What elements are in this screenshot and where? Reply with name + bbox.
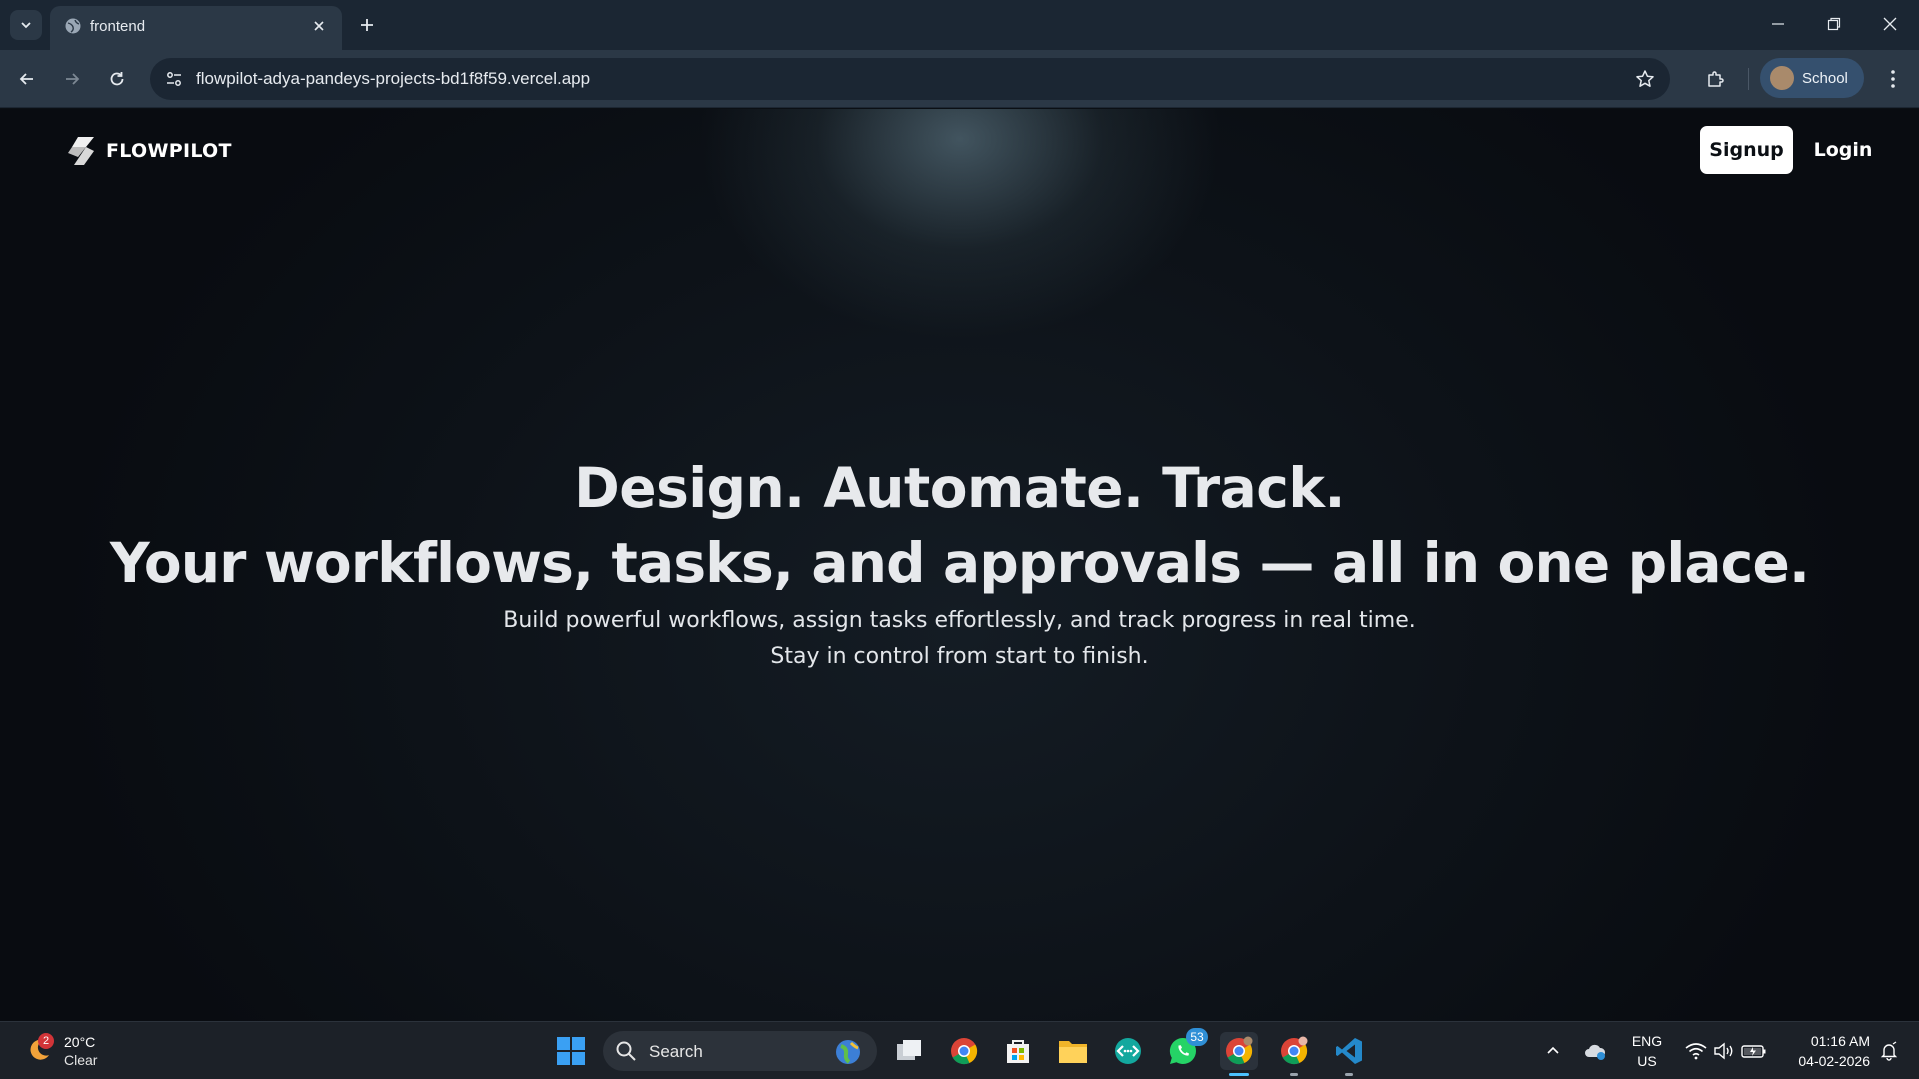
task-view-icon	[897, 1040, 921, 1060]
notifications-button[interactable]	[1874, 1032, 1904, 1070]
clock-time: 01:16 AM	[1810, 1033, 1870, 1049]
language-indicator[interactable]: ENG US	[1626, 1031, 1668, 1071]
address-bar[interactable]: flowpilot-adya-pandeys-projects-bd1f8f59…	[150, 58, 1670, 100]
site-info-button[interactable]	[160, 65, 188, 93]
bookmark-button[interactable]	[1632, 66, 1658, 92]
tab-search-button[interactable]	[10, 10, 42, 40]
minimize-button[interactable]	[1758, 10, 1798, 38]
browser-toolbar: flowpilot-adya-pandeys-projects-bd1f8f59…	[0, 50, 1919, 108]
minimize-icon	[1772, 23, 1784, 25]
toolbar-divider	[1748, 68, 1749, 90]
restore-icon	[1827, 17, 1841, 31]
weather-widget[interactable]: 2 20°C Clear	[22, 1031, 112, 1071]
login-link[interactable]: Login	[1806, 126, 1880, 174]
weather-temp: 20°C	[64, 1034, 96, 1050]
hero-heading-line1: Design. Automate. Track.	[574, 456, 1345, 520]
chrome-icon	[1281, 1036, 1308, 1065]
cloud-icon	[1585, 1044, 1606, 1060]
bell-icon	[1880, 1041, 1898, 1061]
tune-icon	[167, 72, 181, 86]
close-icon	[1883, 17, 1897, 31]
remote-desktop-icon	[1115, 1038, 1141, 1064]
tab-title: frontend	[90, 18, 146, 35]
taskbar-remote-app[interactable]	[1109, 1032, 1147, 1070]
taskbar-vscode[interactable]	[1330, 1032, 1368, 1076]
running-indicator	[1345, 1073, 1353, 1076]
running-indicator	[1290, 1073, 1298, 1076]
plus-icon	[361, 19, 373, 31]
forward-button[interactable]	[57, 64, 87, 94]
close-window-button[interactable]	[1870, 10, 1910, 38]
windows-taskbar: 2 20°C Clear Search 53 ENG US 01:16 AM 0…	[0, 1021, 1919, 1079]
flowpilot-logo-icon	[68, 137, 94, 165]
page-viewport: FLOWPILOT Signup Login Design. Automate.…	[0, 109, 1919, 1021]
windows-logo-icon	[557, 1037, 585, 1065]
chevron-down-icon	[21, 22, 31, 29]
back-button[interactable]	[12, 64, 42, 94]
hero-subtitle-line1: Build powerful workflows, assign tasks e…	[503, 608, 1416, 633]
reload-icon	[110, 72, 124, 86]
signup-button[interactable]: Signup	[1700, 126, 1793, 174]
chevron-up-icon	[1547, 1046, 1559, 1054]
volume-icon	[1714, 1042, 1733, 1060]
url-text[interactable]: flowpilot-adya-pandeys-projects-bd1f8f59…	[196, 69, 590, 89]
browser-tab-strip: frontend	[0, 0, 1919, 50]
hero-section: Design. Automate. Track. Your workflows,…	[0, 453, 1919, 675]
hero-subtitle-line2: Stay in control from start to finish.	[770, 644, 1149, 669]
running-indicator	[1229, 1073, 1249, 1076]
language-label: ENG	[1631, 1033, 1663, 1049]
hero-heading-line2: Your workflows, tasks, and approvals — a…	[109, 531, 1810, 595]
brand[interactable]: FLOWPILOT	[64, 131, 232, 171]
tab-close-button[interactable]	[308, 15, 330, 37]
new-tab-button[interactable]	[354, 12, 380, 38]
weather-condition: Clear	[64, 1052, 98, 1068]
chrome-icon	[951, 1038, 978, 1065]
puzzle-icon	[1708, 71, 1724, 87]
reload-button[interactable]	[102, 64, 132, 94]
battery-icon	[1741, 1045, 1766, 1058]
chrome-icon	[1226, 1036, 1253, 1065]
vscode-icon	[1336, 1038, 1362, 1064]
wifi-icon	[1685, 1043, 1707, 1060]
taskbar-store[interactable]	[999, 1032, 1037, 1070]
restore-button[interactable]	[1814, 10, 1854, 38]
taskbar-chrome-profile-active[interactable]	[1220, 1032, 1258, 1076]
store-icon	[1007, 1040, 1029, 1063]
quick-settings-button[interactable]	[1676, 1032, 1776, 1070]
show-hidden-icons-button[interactable]	[1538, 1032, 1568, 1070]
arrow-right-icon	[66, 73, 80, 85]
browser-tab[interactable]: frontend	[50, 6, 342, 50]
task-view-button[interactable]	[890, 1032, 928, 1070]
avatar	[1770, 66, 1794, 90]
taskbar-file-explorer[interactable]	[1054, 1032, 1092, 1070]
system-clock[interactable]: 01:16 AM 04-02-2026	[1780, 1031, 1870, 1071]
close-icon	[314, 21, 324, 31]
star-icon	[1636, 70, 1654, 87]
clock-date: 04-02-2026	[1798, 1053, 1870, 1069]
more-vertical-icon	[1891, 70, 1895, 88]
folder-icon	[1059, 1041, 1087, 1063]
onedrive-button[interactable]	[1580, 1032, 1610, 1070]
start-button[interactable]	[552, 1032, 590, 1070]
brand-name: FLOWPILOT	[106, 140, 232, 162]
weather-badge: 2	[38, 1033, 54, 1049]
browser-menu-button[interactable]	[1878, 64, 1908, 94]
taskbar-chrome-profile[interactable]	[1275, 1032, 1313, 1076]
search-icon	[616, 1041, 636, 1061]
globe-icon	[65, 18, 81, 34]
taskbar-search[interactable]: Search	[603, 1031, 877, 1071]
taskbar-chrome[interactable]	[945, 1032, 983, 1070]
profile-label: School	[1802, 69, 1848, 87]
taskbar-whatsapp[interactable]: 53	[1164, 1028, 1208, 1070]
profile-button[interactable]: School	[1760, 58, 1864, 98]
search-label: Search	[649, 1042, 703, 1061]
notification-badge: 53	[1186, 1028, 1208, 1046]
extensions-button[interactable]	[1700, 63, 1732, 95]
globe-icon	[836, 1040, 860, 1064]
region-label: US	[1637, 1053, 1657, 1069]
arrow-left-icon	[19, 73, 33, 85]
